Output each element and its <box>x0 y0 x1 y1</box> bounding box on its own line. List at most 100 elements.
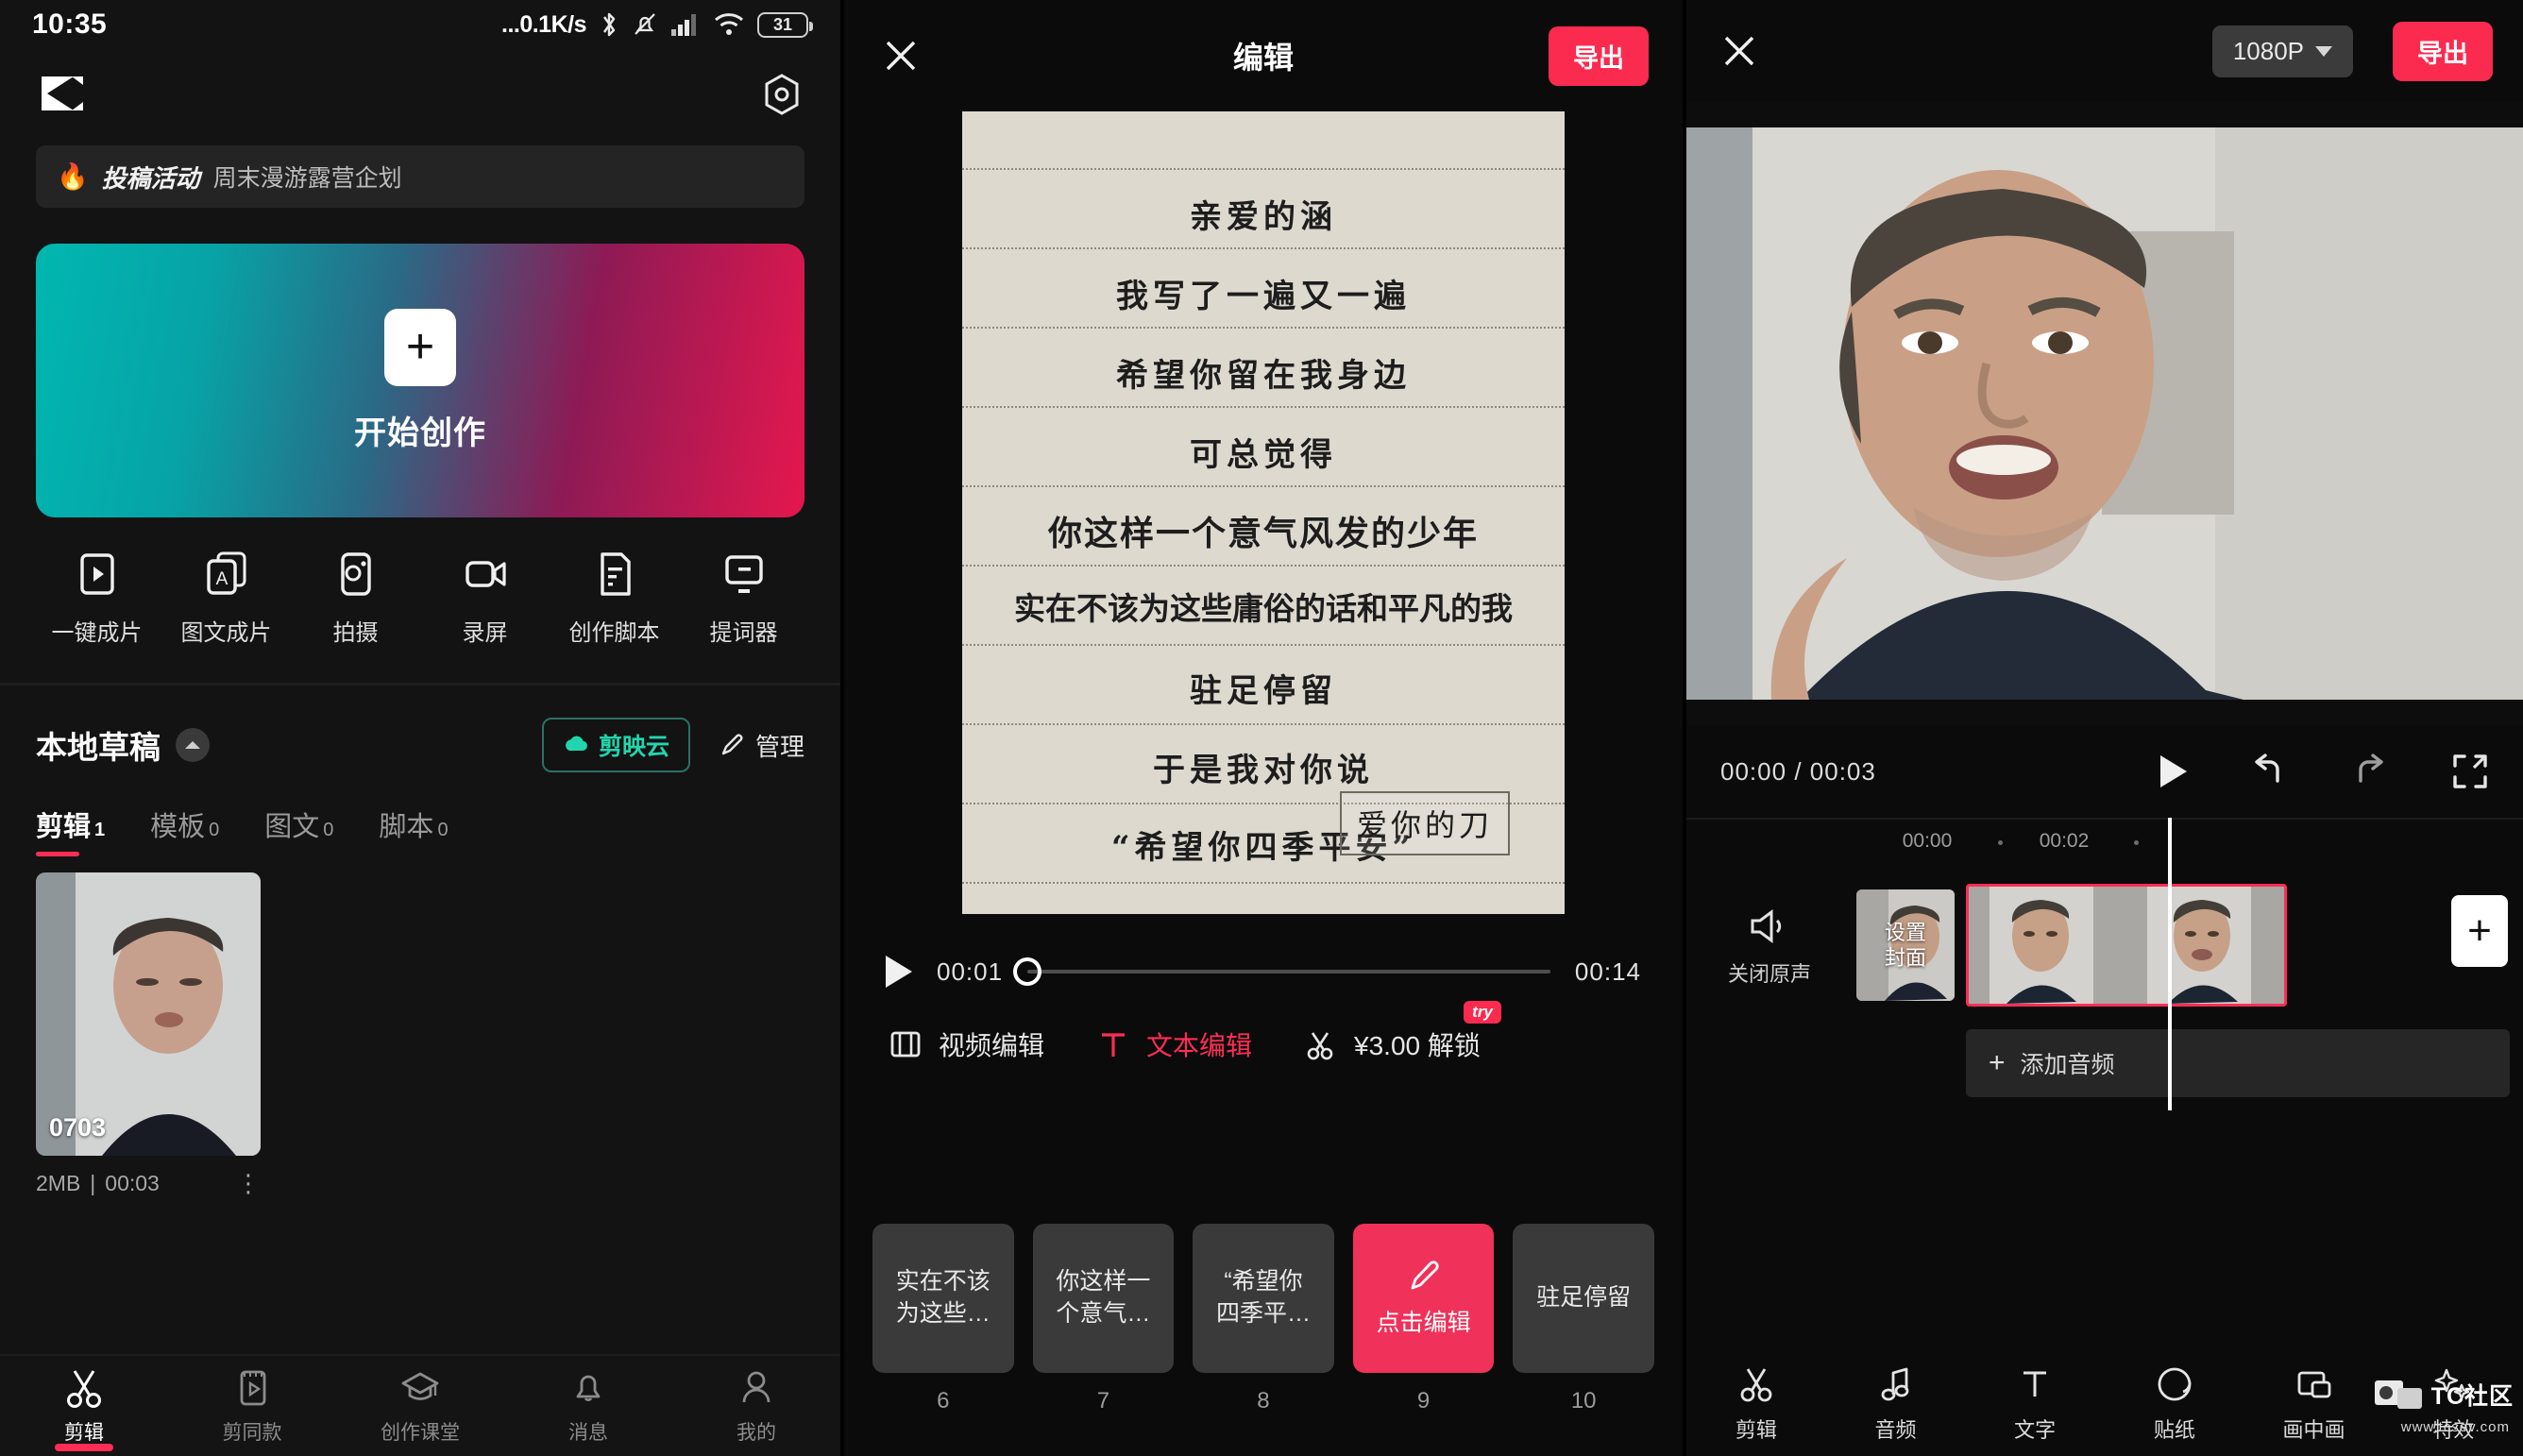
camera-icon <box>340 552 371 596</box>
promo-banner[interactable]: 🔥 投稿活动 周末漫游露营企划 <box>36 145 804 208</box>
watermark-subtext: www.tcsev.com <box>2400 1419 2510 1435</box>
battery-level: 31 <box>772 14 793 34</box>
editor-top-bar: 编辑 导出 <box>844 0 1683 111</box>
tab-profile[interactable]: 我的 <box>672 1366 840 1446</box>
tool-video-edit[interactable]: 视频编辑 <box>888 1025 1044 1063</box>
gear-icon[interactable] <box>759 72 804 117</box>
seek-handle[interactable] <box>1013 957 1042 986</box>
wifi-icon <box>715 13 743 35</box>
undo-icon[interactable] <box>2247 753 2289 790</box>
text-chip-10[interactable]: 驻足停留 10 <box>1513 1224 1654 1414</box>
text-chip-6[interactable]: 实在不该 为这些… 6 <box>872 1224 1014 1414</box>
tool-tab-text[interactable]: 文字 <box>1965 1364 2105 1444</box>
app-screen: 10:35 ...0.1K/s 31 🔥 投稿活动 周末漫游露营企划 + 开始创… <box>0 0 2523 1456</box>
quick-action-image-text-film[interactable]: A 图文成片 <box>161 550 291 647</box>
video-clip-track[interactable] <box>1966 884 2287 1007</box>
play-icon[interactable] <box>886 956 912 988</box>
tab-label: 剪辑 <box>64 1422 104 1444</box>
chevron-up-icon[interactable] <box>176 728 210 762</box>
mute-original-audio-button[interactable]: 关闭原声 <box>1728 906 1811 988</box>
cloud-label: 剪映云 <box>598 734 669 760</box>
tab-class[interactable]: 创作课堂 <box>336 1366 504 1446</box>
chip-body-edit[interactable]: 点击编辑 <box>1352 1224 1495 1373</box>
close-icon[interactable] <box>878 33 923 78</box>
watermark-icon <box>2374 1380 2422 1409</box>
tab-label: 消息 <box>568 1422 608 1444</box>
letter-line-4: 可总觉得 <box>1190 436 1337 474</box>
person-icon <box>742 1371 770 1403</box>
quick-action-camera[interactable]: 拍摄 <box>291 550 420 647</box>
close-icon[interactable] <box>1717 28 1762 74</box>
tool-tab-sticker[interactable]: 贴纸 <box>2105 1364 2244 1444</box>
tool-tab-pip[interactable]: 画中画 <box>2244 1364 2384 1444</box>
resolution-selector[interactable]: 1080P <box>2211 25 2353 77</box>
chevron-down-icon <box>2315 45 2332 57</box>
draft-thumbnail[interactable]: 0703 <box>36 872 261 1156</box>
tab-template[interactable]: 剪同款 <box>168 1366 336 1446</box>
seek-track[interactable] <box>1013 957 1550 986</box>
export-button[interactable]: 导出 <box>1549 25 1649 86</box>
chip-body[interactable]: 实在不该 为这些… <box>872 1224 1014 1373</box>
letter-preview[interactable]: 亲爱的涵 我写了一遍又一遍 希望你留在我身边 可总觉得 你这样一个意气风发的少年… <box>844 111 1683 914</box>
export-button[interactable]: 导出 <box>2393 21 2493 81</box>
draft-duration: 00:03 <box>105 1171 160 1195</box>
tab-edit[interactable]: 剪辑 <box>0 1366 168 1451</box>
chip-number: 10 <box>1570 1388 1597 1414</box>
draft-tab-imagetext[interactable]: 图文 0 <box>264 804 333 844</box>
sticker-icon <box>2158 1367 2192 1401</box>
start-creating-button[interactable]: + 开始创作 <box>36 244 804 517</box>
add-clip-button[interactable]: + <box>2451 895 2508 967</box>
scissors-icon <box>1740 1368 1772 1402</box>
draft-tab-script[interactable]: 脚本 0 <box>379 804 448 844</box>
bell-icon <box>576 1375 601 1401</box>
chip-body[interactable]: “希望你 四季平… <box>1193 1224 1334 1373</box>
pencil-icon <box>1411 1261 1439 1290</box>
tool-text-edit[interactable]: 文本编辑 <box>1095 1025 1252 1063</box>
draft-tabs: 剪辑 1 模板 0 图文 0 脚本 0 <box>0 772 840 856</box>
play-icon[interactable] <box>2160 755 2187 787</box>
home-tab-bar: 剪辑 剪同款 创作课堂 消息 我的 <box>0 1354 840 1456</box>
redo-icon[interactable] <box>2349 753 2391 790</box>
tool-tab-edit[interactable]: 剪辑 <box>1686 1364 1826 1444</box>
bluetooth-icon <box>603 12 616 37</box>
draft-card[interactable]: 0703 2MB | 00:03 ⋮ <box>36 872 261 1196</box>
video-preview[interactable] <box>1686 102 2523 725</box>
quick-action-teleprompter[interactable]: 提词器 <box>679 550 808 647</box>
text-chip-9-active[interactable]: 点击编辑 9 <box>1352 1224 1495 1414</box>
more-vertical-icon[interactable]: ⋮ <box>236 1171 261 1195</box>
chip-body[interactable]: 你这样一 个意气… <box>1032 1224 1175 1373</box>
quick-action-script[interactable]: 创作脚本 <box>550 550 679 647</box>
mute-label: 关闭原声 <box>1728 962 1812 986</box>
text-chip-7[interactable]: 你这样一 个意气… 7 <box>1032 1224 1175 1414</box>
draft-tab-template[interactable]: 模板 0 <box>150 804 219 844</box>
letter-paper: 亲爱的涵 我写了一遍又一遍 希望你留在我身边 可总觉得 你这样一个意气风发的少年… <box>962 111 1565 914</box>
quick-action-screen-record[interactable]: 录屏 <box>420 550 550 647</box>
chip-body[interactable]: 驻足停留 <box>1513 1224 1654 1373</box>
manage-drafts-button[interactable]: 管理 <box>719 728 804 763</box>
drafts-header: 本地草稿 剪映云 管理 <box>0 686 840 772</box>
set-cover-button[interactable]: 设置 封面 <box>1856 889 1955 1001</box>
drafts-grid: 0703 2MB | 00:03 ⋮ <box>0 844 840 1196</box>
capcut-cloud-button[interactable]: 剪映云 <box>541 718 690 772</box>
tab-messages[interactable]: 消息 <box>504 1366 672 1446</box>
tool-label: 文本编辑 <box>1146 1031 1253 1060</box>
tab-label: 剪同款 <box>222 1422 282 1444</box>
quick-action-one-click-film[interactable]: 一键成片 <box>32 550 161 647</box>
add-audio-track[interactable]: + 添加音频 <box>1966 1029 2510 1097</box>
speaker-icon <box>1751 909 1782 943</box>
draft-tab-edit[interactable]: 剪辑 1 <box>36 804 105 856</box>
plus-icon: + <box>384 308 456 386</box>
current-time: 00:01 <box>937 957 1004 986</box>
watermark-logo: TC社区 <box>2373 1375 2514 1414</box>
playhead[interactable] <box>2168 818 2172 1110</box>
ruler-label-0: 00:00 <box>1902 830 1953 852</box>
tool-tab-audio[interactable]: 音频 <box>1826 1364 1966 1444</box>
quick-action-label: 提词器 <box>709 620 778 646</box>
text-chip-8[interactable]: “希望你 四季平… 8 <box>1193 1224 1334 1414</box>
tool-unlock[interactable]: ¥3.00 解锁 try <box>1303 1001 1501 1063</box>
letter-line-8: 于是我对你说 <box>1153 752 1374 789</box>
draft-tab-count: 0 <box>209 820 220 840</box>
fullscreen-icon[interactable] <box>2451 753 2489 790</box>
draft-tab-label: 脚本 <box>379 812 434 842</box>
picture-in-picture-icon <box>2297 1371 2330 1398</box>
